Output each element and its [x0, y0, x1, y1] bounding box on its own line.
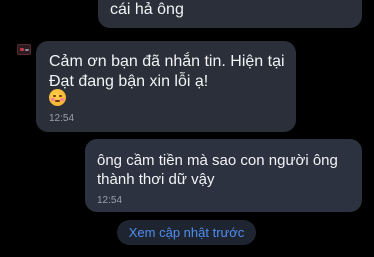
- message-bubble-outgoing[interactable]: ông cầm tiền mà sao con người ông thành …: [85, 139, 362, 212]
- message-text: cái hả ông: [110, 1, 184, 18]
- message-text: ông cầm tiền mà sao con người ông thành …: [97, 152, 338, 188]
- emoji-eye-left: [53, 95, 56, 97]
- message-text: Cảm ơn bạn đã nhắn tin. Hiện tại Đạt đan…: [49, 53, 285, 90]
- emoji-mouth: [55, 100, 60, 102]
- message-timestamp: 12:54: [49, 113, 75, 124]
- contact-avatar[interactable]: [17, 44, 31, 55]
- message-timestamp: 12:54: [97, 195, 123, 206]
- avatar-mark-2: [25, 49, 29, 51]
- emoji-cheek-right: [60, 98, 64, 101]
- emoji-eye-right: [59, 95, 62, 97]
- message-bubble-incoming[interactable]: Cảm ơn bạn đã nhắn tin. Hiện tại Đạt đan…: [36, 41, 296, 132]
- face-with-blush-hot-emoji: [49, 89, 66, 106]
- message-bubble-outgoing-previous[interactable]: cái hả ông: [98, 0, 362, 28]
- load-previous-updates-button[interactable]: Xem cập nhật trước: [117, 220, 256, 245]
- avatar-mark: [20, 48, 24, 51]
